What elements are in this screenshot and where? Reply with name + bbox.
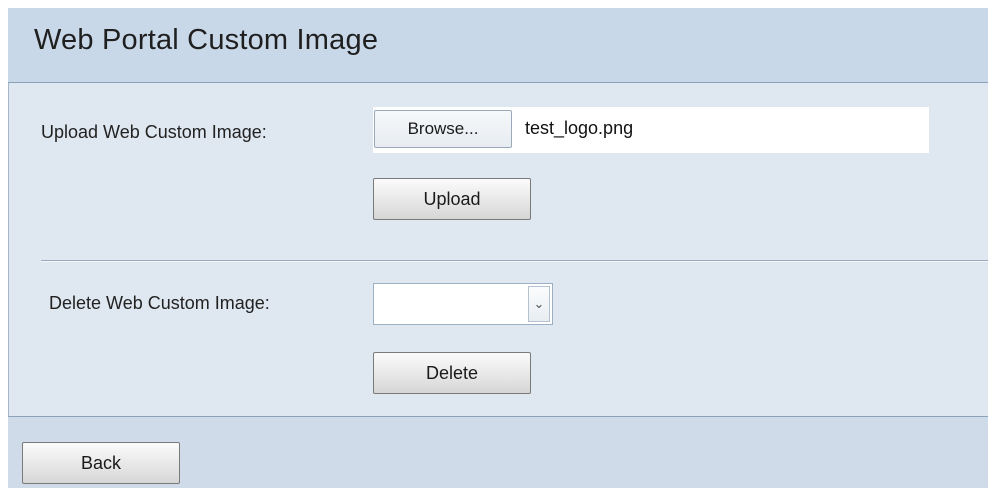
upload-button[interactable]: Upload bbox=[373, 178, 531, 220]
back-button[interactable]: Back bbox=[22, 442, 180, 484]
content-panel: Upload Web Custom Image: Browse... test_… bbox=[8, 83, 988, 417]
upload-image-label: Upload Web Custom Image: bbox=[41, 122, 267, 142]
page-frame: Web Portal Custom Image Upload Web Custo… bbox=[8, 8, 988, 488]
section-divider bbox=[41, 260, 988, 262]
title-bar: Web Portal Custom Image bbox=[8, 8, 988, 83]
browse-button[interactable]: Browse... bbox=[374, 110, 512, 148]
chevron-down-icon[interactable]: ⌄ bbox=[528, 286, 550, 322]
delete-image-select[interactable]: ⌄ bbox=[373, 283, 553, 325]
delete-image-label: Delete Web Custom Image: bbox=[49, 293, 270, 313]
selected-file-name: test_logo.png bbox=[525, 118, 634, 138]
delete-button[interactable]: Delete bbox=[373, 352, 531, 394]
page-title: Web Portal Custom Image bbox=[34, 24, 379, 56]
upload-file-field[interactable]: Browse... test_logo.png bbox=[373, 107, 929, 153]
